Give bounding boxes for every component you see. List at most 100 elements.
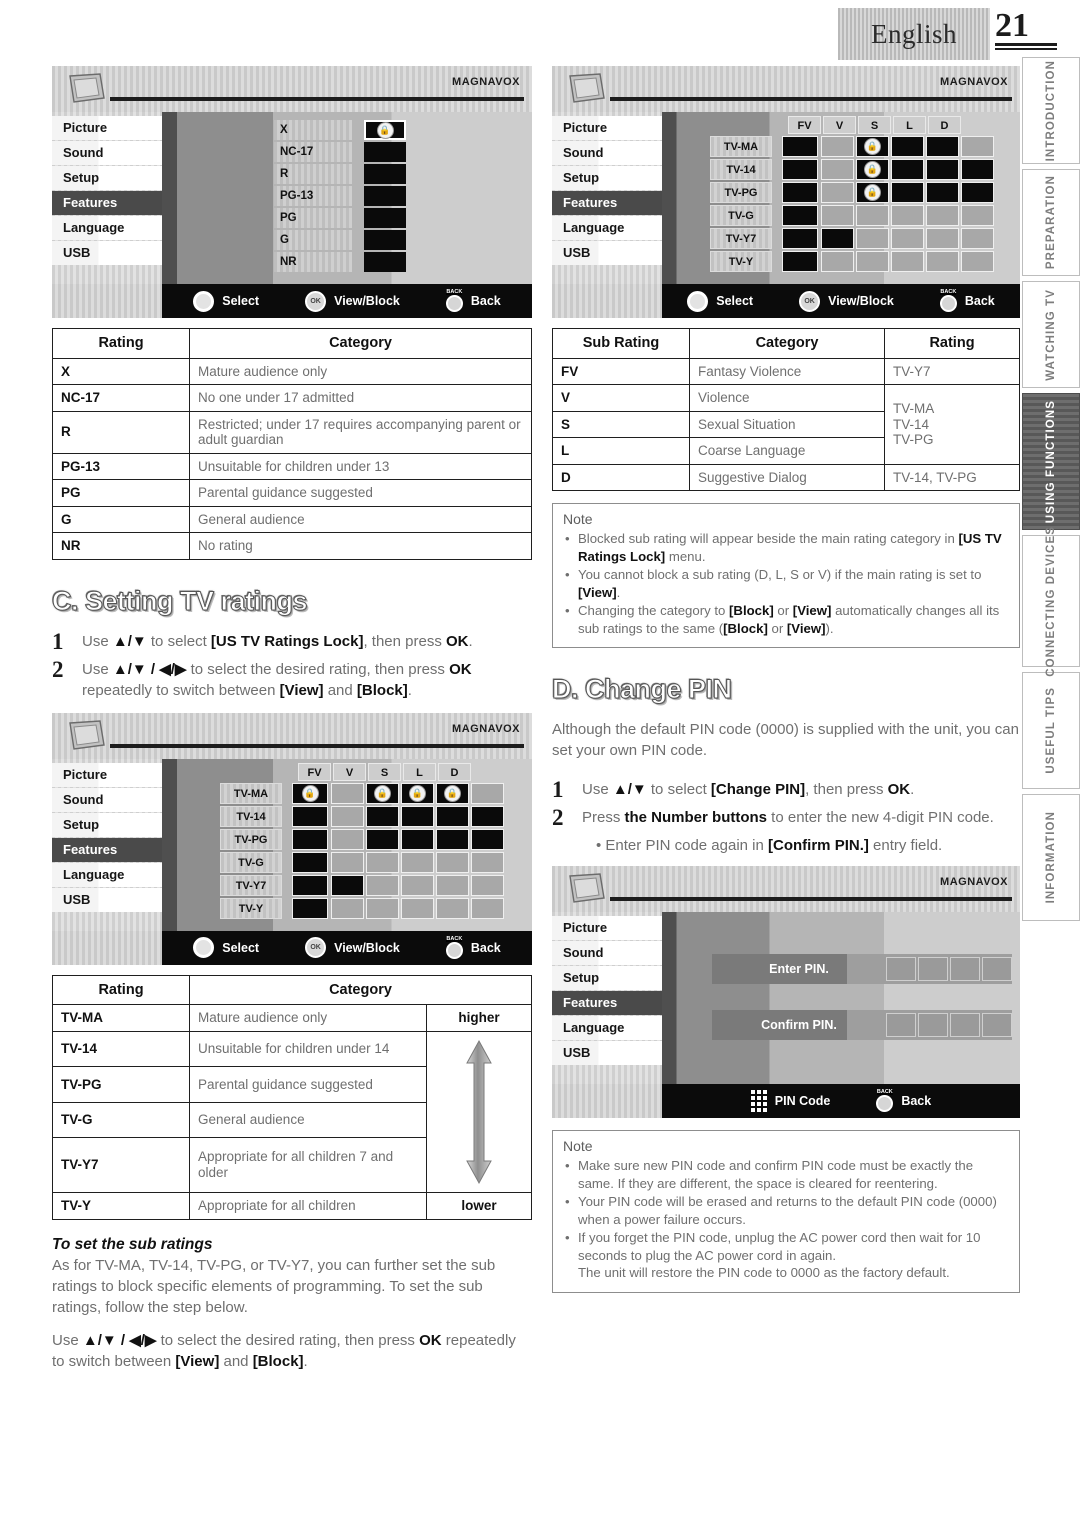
pin-digit-box[interactable] bbox=[982, 1013, 1012, 1038]
osd-menu-item-features[interactable]: Features bbox=[552, 191, 663, 215]
grid-cell-l[interactable] bbox=[926, 205, 959, 226]
grid-cell-l[interactable] bbox=[436, 897, 469, 919]
grid-cell-d[interactable] bbox=[471, 805, 504, 827]
grid-cell-s[interactable] bbox=[891, 182, 924, 203]
grid-cell-l[interactable] bbox=[926, 228, 959, 249]
grid-cell-v[interactable] bbox=[366, 874, 399, 896]
pin-digit-box[interactable] bbox=[886, 1013, 916, 1038]
grid-cell-l[interactable] bbox=[436, 805, 469, 827]
footer-view-block[interactable]: OK View/Block bbox=[799, 290, 894, 312]
grid-cell-l[interactable]: 🔒 bbox=[436, 782, 469, 804]
grid-row-tv-y7[interactable]: TV-Y7 bbox=[710, 228, 996, 249]
grid-cell-d[interactable] bbox=[471, 897, 504, 919]
grid-cell-v[interactable] bbox=[856, 205, 889, 226]
rating-state-box[interactable] bbox=[364, 252, 406, 272]
grid-cell-d[interactable] bbox=[471, 851, 504, 873]
grid-row-tv-y7[interactable]: TV-Y7 bbox=[220, 874, 506, 896]
grid-cell-fv[interactable] bbox=[821, 182, 854, 203]
movie-rating-row[interactable]: X 🔒 bbox=[274, 120, 406, 140]
pin-digit-box[interactable] bbox=[886, 957, 916, 982]
grid-cell-fv[interactable] bbox=[821, 136, 854, 157]
grid-cell-v[interactable] bbox=[366, 851, 399, 873]
osd-menu-item-language[interactable]: Language bbox=[552, 216, 663, 240]
movie-rating-row[interactable]: PG-13 bbox=[274, 186, 406, 206]
osd-menu-item-setup[interactable]: Setup bbox=[552, 166, 663, 190]
enter-pin-digits[interactable] bbox=[886, 957, 1012, 982]
grid-main-cell[interactable] bbox=[292, 897, 328, 919]
grid-main-cell[interactable] bbox=[292, 851, 328, 873]
grid-cell-v[interactable] bbox=[856, 228, 889, 249]
grid-cell-l[interactable] bbox=[436, 828, 469, 850]
rating-state-box[interactable] bbox=[364, 142, 406, 162]
grid-cell-v[interactable] bbox=[856, 251, 889, 272]
osd-menu-item-features[interactable]: Features bbox=[52, 837, 163, 862]
osd-menu-item-sound[interactable]: Sound bbox=[52, 141, 163, 165]
footer-view-block[interactable]: OK View/Block bbox=[305, 290, 400, 312]
osd-menu-item-picture[interactable]: Picture bbox=[552, 116, 663, 140]
grid-cell-s[interactable] bbox=[891, 251, 924, 272]
grid-cell-d[interactable] bbox=[961, 251, 994, 272]
tab-watching-tv[interactable]: WATCHING TV bbox=[1022, 281, 1080, 388]
confirm-pin-row[interactable]: Confirm PIN. bbox=[712, 1010, 1012, 1041]
grid-row-tv-g[interactable]: TV-G bbox=[710, 205, 996, 226]
movie-rating-row[interactable]: NR bbox=[274, 252, 406, 272]
movie-rating-row[interactable]: G bbox=[274, 230, 406, 250]
tab-information[interactable]: INFORMATION bbox=[1022, 794, 1080, 921]
grid-cell-s[interactable] bbox=[891, 159, 924, 180]
osd-menu-item-language[interactable]: Language bbox=[552, 1016, 663, 1041]
grid-cell-s[interactable] bbox=[401, 874, 434, 896]
osd-menu-item-usb[interactable]: USB bbox=[552, 241, 663, 265]
osd-menu-item-language[interactable]: Language bbox=[52, 862, 163, 887]
grid-cell-s[interactable] bbox=[891, 205, 924, 226]
grid-cell-v[interactable] bbox=[366, 828, 399, 850]
footer-pin-code[interactable]: PIN Code bbox=[750, 1090, 830, 1113]
grid-row-tv-ma[interactable]: TV-MA 🔒 bbox=[710, 136, 996, 157]
grid-cell-fv[interactable] bbox=[331, 851, 364, 873]
rating-state-box[interactable] bbox=[364, 186, 406, 206]
tab-using-functions[interactable]: USING FUNCTIONS bbox=[1022, 393, 1080, 530]
grid-cell-l[interactable] bbox=[926, 182, 959, 203]
grid-cell-d[interactable] bbox=[961, 159, 994, 180]
footer-back[interactable]: BACK Back bbox=[876, 1090, 931, 1113]
osd-menu-item-picture[interactable]: Picture bbox=[552, 916, 663, 941]
grid-cell-fv[interactable] bbox=[821, 205, 854, 226]
grid-cell-l[interactable] bbox=[436, 851, 469, 873]
osd-menu-item-sound[interactable]: Sound bbox=[552, 941, 663, 966]
grid-main-cell[interactable] bbox=[782, 251, 818, 272]
footer-back[interactable]: BACK Back bbox=[939, 289, 995, 312]
osd-menu-item-usb[interactable]: USB bbox=[52, 887, 163, 912]
osd-menu-item-picture[interactable]: Picture bbox=[52, 116, 163, 140]
tab-preparation[interactable]: PREPARATION bbox=[1022, 169, 1080, 276]
movie-rating-row[interactable]: PG bbox=[274, 208, 406, 228]
grid-cell-d[interactable] bbox=[961, 228, 994, 249]
grid-cell-d[interactable] bbox=[471, 874, 504, 896]
footer-back[interactable]: BACK Back bbox=[445, 289, 501, 312]
grid-main-cell[interactable] bbox=[782, 205, 818, 226]
grid-cell-v[interactable]: 🔒 bbox=[856, 136, 889, 157]
rating-state-box[interactable]: 🔒 bbox=[364, 120, 406, 140]
grid-row-tv-g[interactable]: TV-G bbox=[220, 851, 506, 873]
enter-pin-row[interactable]: Enter PIN. bbox=[712, 954, 1012, 985]
osd-menu-item-language[interactable]: Language bbox=[52, 216, 163, 240]
osd-menu-item-features[interactable]: Features bbox=[552, 991, 663, 1016]
grid-cell-v[interactable] bbox=[366, 805, 399, 827]
grid-cell-v[interactable]: 🔒 bbox=[856, 159, 889, 180]
grid-main-cell[interactable] bbox=[782, 228, 818, 249]
pin-digit-box[interactable] bbox=[950, 957, 980, 982]
osd-menu-item-usb[interactable]: USB bbox=[552, 1041, 663, 1066]
grid-main-cell[interactable] bbox=[292, 874, 328, 896]
grid-cell-l[interactable] bbox=[926, 159, 959, 180]
tab-connecting-devices[interactable]: CONNECTING DEVICES bbox=[1022, 526, 1080, 676]
grid-cell-s[interactable] bbox=[401, 805, 434, 827]
grid-main-cell[interactable] bbox=[782, 159, 818, 180]
grid-cell-s[interactable] bbox=[891, 136, 924, 157]
grid-cell-s[interactable] bbox=[401, 828, 434, 850]
osd-menu-item-setup[interactable]: Setup bbox=[52, 812, 163, 837]
grid-cell-s[interactable] bbox=[891, 228, 924, 249]
rating-state-box[interactable] bbox=[364, 230, 406, 250]
grid-cell-d[interactable] bbox=[961, 205, 994, 226]
grid-cell-s[interactable] bbox=[401, 851, 434, 873]
osd-menu-item-setup[interactable]: Setup bbox=[52, 166, 163, 190]
grid-cell-d[interactable] bbox=[961, 136, 994, 157]
pin-digit-box[interactable] bbox=[918, 957, 948, 982]
